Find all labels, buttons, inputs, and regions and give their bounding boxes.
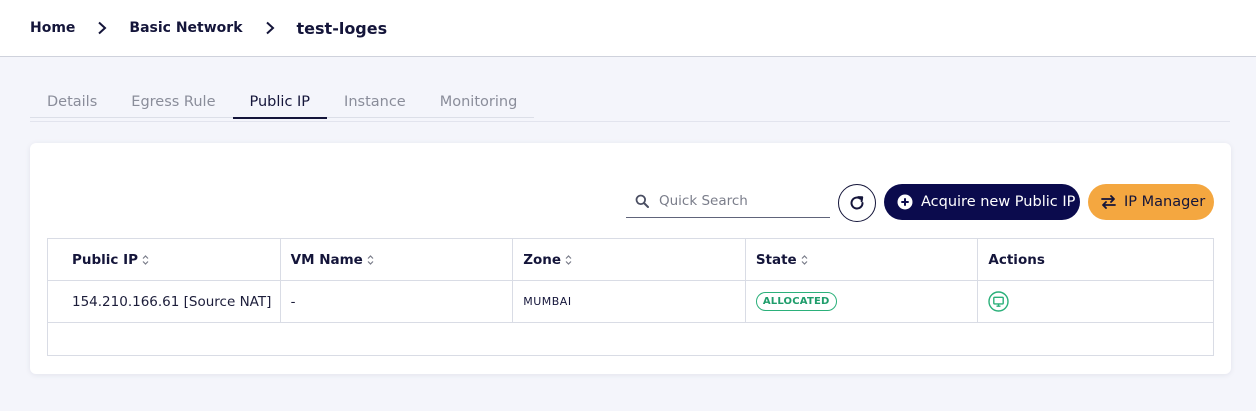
breadcrumb-network-link[interactable]: Basic Network [129,20,242,36]
chevron-right-icon [75,21,129,35]
column-header-label: Public IP [72,251,139,268]
column-header-state[interactable]: State [746,239,979,280]
vm-name-cell: - [281,281,514,322]
table-header-row: Public IP VM Name Zone State Actions [48,239,1213,281]
tab-public-ip[interactable]: Public IP [232,86,328,119]
sort-icon [565,254,572,266]
column-header-label: VM Name [290,251,363,268]
column-header-actions: Actions [978,239,1213,280]
column-header-vm-name[interactable]: VM Name [281,239,514,280]
zone-cell: MUMBAI [513,281,746,322]
column-header-label: Zone [523,251,562,268]
acquire-button-label: Acquire new Public IP [921,194,1076,210]
actions-cell [978,281,1213,322]
tab-details[interactable]: Details [30,86,115,118]
public-ip-cell: 154.210.166.61 [Source NAT] [48,281,281,322]
tab-instance[interactable]: Instance [327,86,423,118]
tab-egress-rule[interactable]: Egress Rule [114,86,233,118]
acquire-public-ip-button[interactable]: Acquire new Public IP [884,184,1080,220]
monitor-icon[interactable] [988,291,1010,312]
plus-circle-icon [897,194,913,210]
zone-value: MUMBAI [523,295,572,308]
sort-icon [367,254,374,266]
column-header-zone[interactable]: Zone [513,239,746,280]
status-badge: ALLOCATED [755,292,837,311]
public-ip-card: Acquire new Public IP IP Manager Public … [30,143,1231,374]
tab-monitoring[interactable]: Monitoring [422,86,535,118]
quick-search [626,184,830,218]
breadcrumb: Home Basic Network test-loges [0,0,1256,57]
search-input[interactable] [658,185,826,216]
ip-manager-button-label: IP Manager [1124,194,1206,210]
sort-icon [801,254,808,266]
refresh-button[interactable] [838,184,876,222]
sort-icon [142,254,149,266]
search-icon [626,194,658,208]
swap-arrows-icon [1101,195,1116,209]
refresh-icon [848,194,866,212]
breadcrumb-home-link[interactable]: Home [30,20,75,36]
column-header-label: State [755,251,797,268]
chevron-right-icon [243,21,297,35]
table-row: 154.210.166.61 [Source NAT] - MUMBAI ALL… [48,281,1213,323]
ip-manager-button[interactable]: IP Manager [1088,184,1214,220]
state-cell: ALLOCATED [746,281,979,322]
tab-bar: Details Egress Rule Public IP Instance M… [30,86,1230,122]
column-header-public-ip[interactable]: Public IP [48,239,281,280]
page-title: test-loges [296,18,388,38]
public-ip-table: Public IP VM Name Zone State Actions 154… [47,238,1214,356]
column-header-label: Actions [988,251,1045,268]
